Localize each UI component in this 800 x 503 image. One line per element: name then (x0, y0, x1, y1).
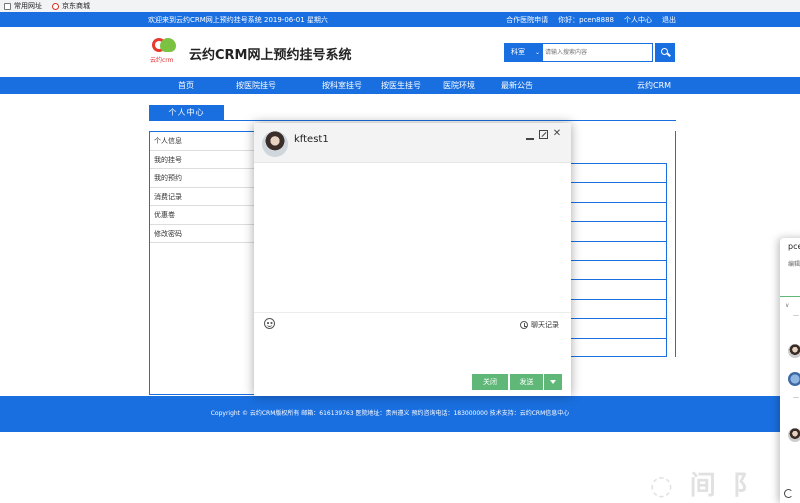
search-scope-select[interactable]: 科室 ⌄ (505, 44, 543, 61)
logout-link[interactable]: 退出 (662, 15, 676, 25)
send-options-button[interactable] (544, 374, 562, 390)
site-logo[interactable]: 云约crm (150, 38, 180, 66)
minimize-icon[interactable] (525, 134, 535, 142)
cooperation-link[interactable]: 合作医院申请 (506, 15, 548, 25)
nav-by-hospital[interactable]: 按医院挂号 (236, 80, 276, 91)
chat-message-log[interactable] (254, 164, 571, 312)
table-row (570, 183, 666, 203)
table-row (570, 261, 666, 281)
refresh-icon[interactable] (784, 489, 793, 498)
maximize-icon[interactable] (539, 130, 548, 139)
top-info-bar: 欢迎来到云约CRM网上预约挂号系统 2019-06-01 星期六 合作医院申请 … (0, 12, 800, 27)
chevron-down-icon (550, 380, 556, 384)
nav-hospital-environment[interactable]: 医院环境 (443, 80, 475, 91)
records-table (570, 163, 667, 357)
site-title: 云约CRM网上预约挂号系统 (189, 48, 352, 63)
menu-personal-info[interactable]: 个人信息 (150, 132, 254, 151)
panel-tab-indicator (780, 296, 800, 297)
table-row (570, 242, 666, 261)
site-header: 云约crm 云约CRM网上预约挂号系统 科室 ⌄ (0, 27, 800, 77)
chat-toolbar: 聊天记录 (254, 312, 571, 334)
welcome-text: 欢迎来到云约CRM网上预约挂号系统 2019-06-01 星期六 (148, 16, 328, 24)
jd-icon (52, 2, 59, 10)
chevron-down-icon: ⌄ (534, 49, 540, 56)
menu-my-appointments[interactable]: 我的预约 (150, 169, 254, 188)
chat-header[interactable]: kftest1 ✕ (254, 123, 571, 163)
bookmark-jd[interactable]: 京东商城 (52, 1, 90, 11)
avatar[interactable] (788, 428, 800, 442)
search-scope-value: 科室 (511, 48, 525, 56)
chat-close-button[interactable]: 关闭 (472, 374, 508, 390)
avatar[interactable] (788, 344, 800, 358)
avatar (262, 131, 288, 157)
search-box: 科室 ⌄ (504, 43, 653, 62)
nav-home[interactable]: 首页 (178, 80, 194, 91)
chat-send-button[interactable]: 发送 (510, 374, 543, 390)
menu-change-password[interactable]: 修改密码 (150, 225, 254, 243)
personal-center-link[interactable]: 个人中心 (624, 15, 652, 25)
nav-latest-notice[interactable]: 最新公告 (501, 80, 533, 91)
search-input[interactable] (545, 46, 650, 59)
chat-contact-name: kftest1 (294, 134, 329, 145)
logo-cloud-shape (160, 38, 176, 52)
clock-icon (520, 321, 528, 329)
menu-my-registrations[interactable]: 我的挂号 (150, 151, 254, 169)
close-icon[interactable]: ✕ (552, 128, 562, 140)
emoji-icon[interactable] (264, 318, 275, 329)
user-greeting: 你好：pcen8888 (558, 16, 614, 24)
chat-message-input[interactable] (254, 335, 571, 371)
personal-menu: 个人信息 我的挂号 我的预约 消费记录 优惠卷 修改密码 (149, 131, 255, 395)
bookmark-common-sites[interactable]: 常用网址 (4, 1, 42, 11)
panel-dash: 一 (793, 395, 800, 402)
avatar[interactable] (788, 372, 800, 386)
logo-text: 云约crm (150, 57, 174, 64)
table-row (570, 203, 666, 223)
top-links: 合作医院申请 你好：pcen8888 个人中心 退出 (506, 15, 676, 25)
table-row (570, 280, 666, 300)
bookmark-label: 常用网址 (14, 2, 42, 10)
nav-yunyue-crm[interactable]: 云约CRM (637, 80, 671, 91)
chat-history-label: 聊天记录 (531, 321, 559, 329)
bookmark-label: 京东商城 (62, 2, 90, 10)
table-row (570, 300, 666, 320)
table-row (570, 222, 666, 242)
menu-coupons[interactable]: 优惠卷 (150, 206, 254, 225)
section-divider (149, 120, 676, 121)
chat-window: kftest1 ✕ 聊天记录 关闭 发送 (254, 123, 571, 396)
site-footer: Copyright © 云约CRM版权所有 邮箱：616139763 医院地址：… (0, 396, 780, 432)
personal-center-tab: 个人中心 (149, 105, 224, 120)
table-row (570, 164, 666, 184)
panel-edit-signature[interactable]: 编辑 (788, 259, 800, 268)
search-button[interactable] (655, 43, 675, 62)
panel-dash: 一 (793, 313, 800, 320)
nav-by-doctor[interactable]: 按医生挂号 (381, 80, 421, 91)
chat-history-button[interactable]: 聊天记录 (520, 320, 559, 330)
table-row (570, 319, 666, 339)
contact-side-panel: pce 编辑 ∨ 一 一 (780, 238, 800, 503)
chevron-down-icon[interactable]: ∨ (785, 302, 789, 309)
menu-consumption-records[interactable]: 消费记录 (150, 188, 254, 206)
panel-user-name: pce (788, 242, 800, 251)
document-icon (4, 2, 11, 10)
search-icon-handle (667, 52, 671, 57)
nav-by-department[interactable]: 按科室挂号 (322, 80, 362, 91)
watermark: ◌ 间 阝 (650, 471, 763, 501)
main-nav: 首页 按医院挂号 按科室挂号 按医生挂号 医院环境 最新公告 云约CRM (0, 77, 800, 94)
bookmarks-bar: 常用网址 京东商城 (0, 0, 800, 12)
